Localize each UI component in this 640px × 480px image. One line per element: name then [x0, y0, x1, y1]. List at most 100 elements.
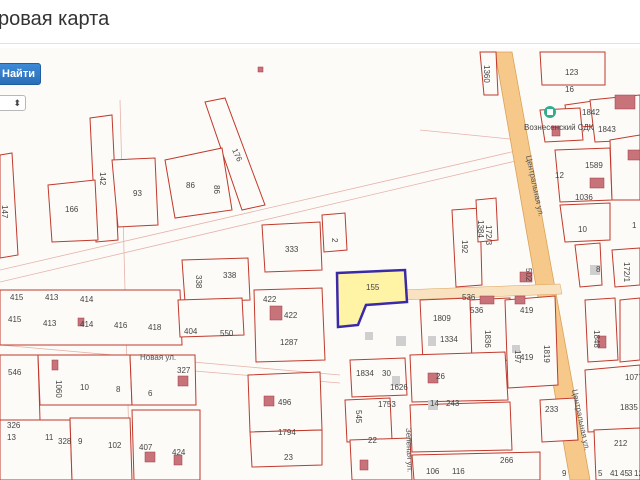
parcel-number: 1848: [592, 330, 601, 348]
parcel-number: 1843: [598, 125, 616, 134]
parcel-number: 30: [382, 369, 391, 378]
parcel-number: 414: [80, 295, 94, 304]
parcel-number: 11: [45, 433, 54, 442]
parcel-number: 326: [7, 421, 21, 430]
parcel-number: 333: [285, 245, 299, 254]
parcel-number: 14: [430, 399, 439, 408]
parcel-number: 1077: [625, 373, 640, 382]
parcel-number: 424: [172, 448, 186, 457]
parcel-number: 176: [230, 147, 244, 163]
parcel-number: 166: [65, 205, 79, 214]
selected-parcel-label: 155: [366, 283, 380, 292]
parcel-number: 338: [223, 271, 237, 280]
parcel-number: 413: [45, 293, 59, 302]
parcel-number: 502: [524, 268, 533, 282]
parcel-number: 1836: [483, 330, 492, 348]
parcel-number: 1835: [620, 403, 638, 412]
parcel-number: 266: [500, 456, 514, 465]
chevron-updown-icon: ⬍: [13, 98, 21, 108]
parcel-number: 1819: [542, 345, 551, 363]
parcel-number: 416: [114, 321, 128, 330]
parcel-number: 2: [330, 238, 339, 243]
parcel-number: 10: [80, 383, 89, 392]
parcel-number: 172/1: [622, 262, 631, 283]
street-centralnaya-label-2: Центральная ул.: [570, 389, 592, 452]
parcel-number: 407: [139, 443, 153, 452]
parcel-number: 1753: [378, 400, 396, 409]
parcel-number: 233: [545, 405, 559, 414]
parcel-number: 192: [460, 240, 469, 254]
parcel-number: 12: [555, 171, 564, 180]
parcel-number: 243: [446, 399, 460, 408]
page-header: ровая карта: [0, 0, 640, 44]
parcel-number: 327: [177, 366, 191, 375]
parcel-number: 1809: [433, 314, 451, 323]
street-centralnaya-label-1: Центральная ул.: [524, 155, 546, 218]
parcel-number: 9: [562, 469, 567, 478]
parcel-number: 550: [220, 329, 234, 338]
find-button[interactable]: Найти: [0, 63, 41, 85]
parcel-number: 6: [148, 389, 153, 398]
parcel-number: 415: [8, 315, 22, 324]
cadastral-map[interactable]: 1360 123 16 1842 1843 12 1589 1036 10 8 172/1 1384 1…: [0, 48, 640, 480]
parcel-number: 1384: [476, 220, 485, 238]
layer-select[interactable]: ⬍: [0, 95, 26, 111]
poi-sdk-label: Вознесенский СДК: [524, 123, 594, 132]
parcel-number: 419: [520, 306, 534, 315]
parcel-number: 422: [284, 311, 298, 320]
parcel-number: 123: [565, 68, 579, 77]
parcel-number: 1: [614, 469, 619, 478]
parcel-number: 1036: [575, 193, 593, 202]
parcel-number: 413: [43, 319, 57, 328]
parcel-number: 1334: [440, 335, 458, 344]
parcel-number: 1842: [582, 108, 600, 117]
street-novaya-label: Новая ул.: [140, 353, 176, 362]
parcel-number: 546: [8, 368, 22, 377]
parcel-number: 1794: [278, 428, 296, 437]
parcel-number: 212: [614, 439, 628, 448]
parcel-number: 8: [116, 385, 121, 394]
parcel-number: 106: [426, 467, 440, 476]
parcel-number: 23: [284, 453, 293, 462]
parcel-number: 93: [133, 189, 142, 198]
parcel-number: 536: [470, 306, 484, 315]
parcel-number: 116: [452, 467, 465, 476]
parcel-number: 1060: [54, 380, 63, 398]
parcel-number: 86: [186, 181, 195, 190]
parcel-number: 545: [354, 410, 363, 424]
parcel-number: 102: [108, 441, 122, 450]
parcel-number: 86: [212, 185, 221, 194]
parcel-number: 419: [520, 353, 534, 362]
page-title: ровая карта: [0, 8, 110, 30]
parcel-number: 1: [632, 221, 637, 230]
parcel-number: 1626: [390, 383, 408, 392]
parcel-number: 9: [78, 437, 83, 446]
parcel-number: 415: [10, 293, 24, 302]
parcel-number: 10: [578, 225, 587, 234]
parcel-number: 1589: [585, 161, 603, 170]
parcel-number: 22: [368, 436, 377, 445]
parcel-number: 414: [80, 320, 94, 329]
parcel-number: 418: [148, 323, 162, 332]
parcel-number: 16: [565, 85, 574, 94]
parcel-number: 26: [436, 372, 445, 381]
parcel-number: 4: [610, 469, 615, 478]
parcel-number: 328: [58, 437, 72, 446]
parcel-number: 338: [194, 275, 203, 289]
parcel-number: 1287: [280, 338, 298, 347]
parcel-number: 5: [598, 469, 603, 478]
parcel-number: 496: [278, 398, 292, 407]
parcel-number: 1834: [356, 369, 374, 378]
parcel-number: 1360: [482, 65, 491, 83]
street-zelenaya-label: Зеленая ул.: [404, 428, 415, 473]
parcel-number: 536: [462, 293, 476, 302]
parcel-number: 147: [0, 205, 9, 219]
parcel-number: 142: [98, 172, 107, 186]
parcel-number: 172/3: [484, 225, 493, 246]
parcel-number: 13: [7, 433, 16, 442]
parcel-number: 404: [184, 327, 198, 336]
parcel-number: 12: [634, 469, 640, 478]
parcel-number: 45: [620, 469, 629, 478]
parcel-number: 422: [263, 295, 277, 304]
parcel-number: 8: [596, 265, 601, 274]
